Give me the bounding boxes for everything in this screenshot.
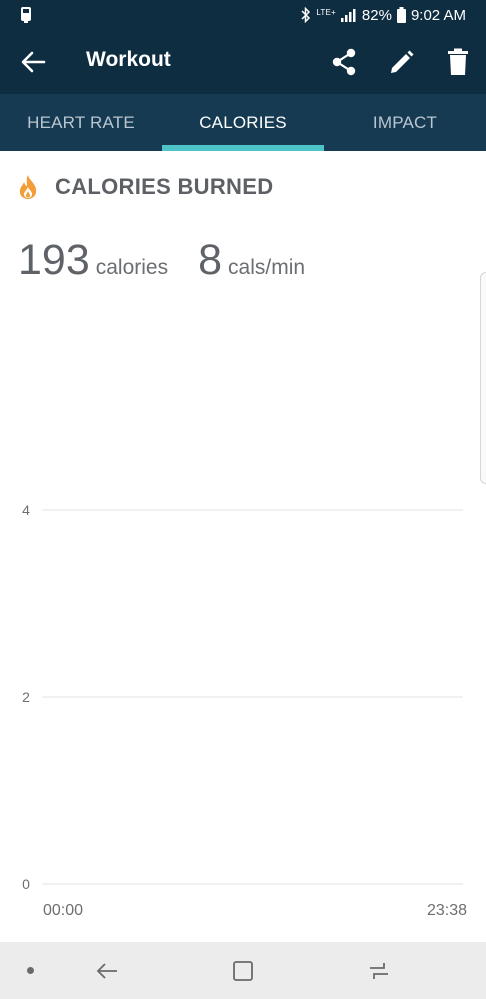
battery-percent: 82%	[361, 6, 392, 24]
notification-icon	[21, 7, 31, 23]
tab-impact[interactable]: IMPACT	[324, 94, 486, 151]
recent-apps-icon[interactable]	[366, 959, 392, 983]
status-bar: LTE+ 82% 9:02 AM	[0, 0, 486, 30]
section-header: CALORIES BURNED	[18, 172, 273, 202]
share-icon[interactable]	[330, 47, 358, 77]
x-tick-label-0: 00:00	[43, 902, 83, 919]
rate-unit: cals/min	[228, 256, 306, 279]
x-tick-label-1: 23:38	[427, 902, 467, 919]
home-icon[interactable]	[231, 959, 255, 983]
tab-calories-label: CALORIES	[199, 112, 287, 132]
rate-stat: 8 cals/min	[198, 236, 305, 285]
y-tick-label-0: 0	[22, 876, 30, 892]
calorie-stats: 193 calories 8 cals/min	[18, 236, 305, 285]
page-title: Workout	[86, 48, 171, 71]
signal-icon	[340, 9, 356, 22]
tab-bar: HEART RATE CALORIES IMPACT	[0, 94, 486, 151]
back-arrow-icon[interactable]	[18, 48, 48, 76]
network-type-label: LTE+	[316, 8, 336, 17]
tab-heart-rate-label: HEART RATE	[27, 112, 135, 132]
dot-icon[interactable]	[27, 967, 34, 974]
section-title: CALORIES BURNED	[55, 174, 274, 199]
edit-pencil-icon[interactable]	[388, 48, 414, 76]
calories-value: 193	[18, 236, 90, 284]
bluetooth-icon	[301, 7, 311, 23]
status-icons: LTE+ 82% 9:02 AM	[300, 5, 466, 25]
rate-value: 8	[198, 236, 223, 284]
calories-chart: 0 2 4 00:00 23:38	[22, 502, 467, 919]
tab-impact-label: IMPACT	[372, 112, 438, 132]
flame-icon	[19, 175, 37, 199]
tab-calories[interactable]: CALORIES	[162, 94, 324, 151]
edge-panel-handle[interactable]	[480, 272, 486, 484]
status-time: 9:02 AM	[410, 6, 466, 24]
tab-heart-rate[interactable]: HEART RATE	[0, 94, 162, 151]
y-tick-label-4: 4	[22, 502, 30, 518]
nav-back-icon[interactable]	[94, 959, 120, 983]
trash-icon[interactable]	[446, 48, 470, 76]
battery-icon	[396, 7, 406, 23]
calories-unit: calories	[95, 256, 169, 279]
app-bar: Workout	[0, 30, 486, 94]
system-nav-bar	[0, 942, 486, 999]
y-tick-label-2: 2	[22, 689, 30, 705]
